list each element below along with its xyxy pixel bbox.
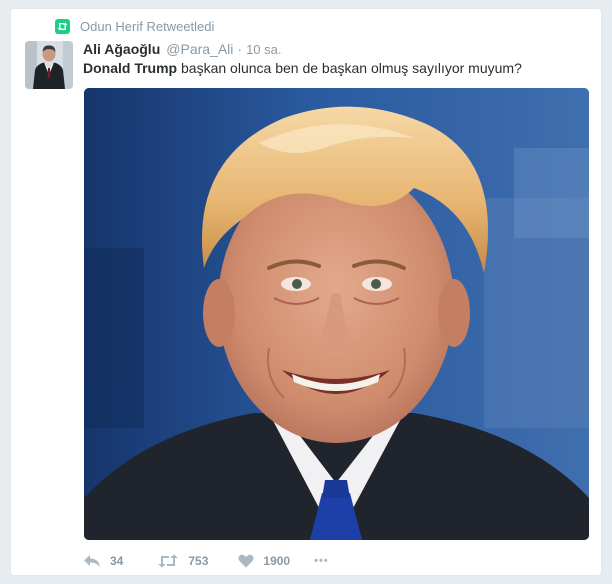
avatar-photo xyxy=(25,41,73,89)
portrait-photo xyxy=(84,88,589,540)
like-button[interactable]: 1900 xyxy=(238,554,290,568)
tweet-actions: 34 753 1900 ••• xyxy=(83,551,329,571)
retweet-icon xyxy=(158,554,179,568)
tweet-header: Ali Ağaoğlu @Para_Ali · 10 sa. xyxy=(83,41,282,57)
retweet-button[interactable]: 753 xyxy=(157,554,208,568)
more-options-button[interactable]: ••• xyxy=(314,555,329,567)
retweet-count: 753 xyxy=(188,554,209,568)
header-separator: · xyxy=(237,41,243,57)
retweet-icon xyxy=(55,18,70,34)
more-icon: ••• xyxy=(314,555,329,567)
avatar[interactable] xyxy=(25,41,73,89)
tweet-text-bold: Donald Trump xyxy=(83,60,178,76)
tweet-media-photo[interactable] xyxy=(84,88,589,540)
retweet-context-label[interactable]: Odun Herif Retweetledi xyxy=(80,19,214,34)
heart-icon xyxy=(238,554,254,568)
reply-count: 34 xyxy=(110,554,124,568)
reply-icon xyxy=(84,555,100,567)
tweet-text: Donald Trump başkan olunca ben de başkan… xyxy=(83,60,522,76)
retweet-context[interactable]: Odun Herif Retweetledi xyxy=(55,17,214,35)
tweet-timestamp[interactable]: 10 sa. xyxy=(246,42,281,57)
tweet-card[interactable]: Odun Herif Retweetledi Ali Ağaoğlu @Para… xyxy=(10,8,602,576)
reply-button[interactable]: 34 xyxy=(83,554,123,568)
author-screen-name[interactable]: @Para_Ali xyxy=(166,41,233,57)
tweet-text-rest: başkan olunca ben de başkan olmuş sayılı… xyxy=(177,60,522,76)
author-full-name[interactable]: Ali Ağaoğlu xyxy=(83,41,160,57)
like-count: 1900 xyxy=(263,554,291,568)
